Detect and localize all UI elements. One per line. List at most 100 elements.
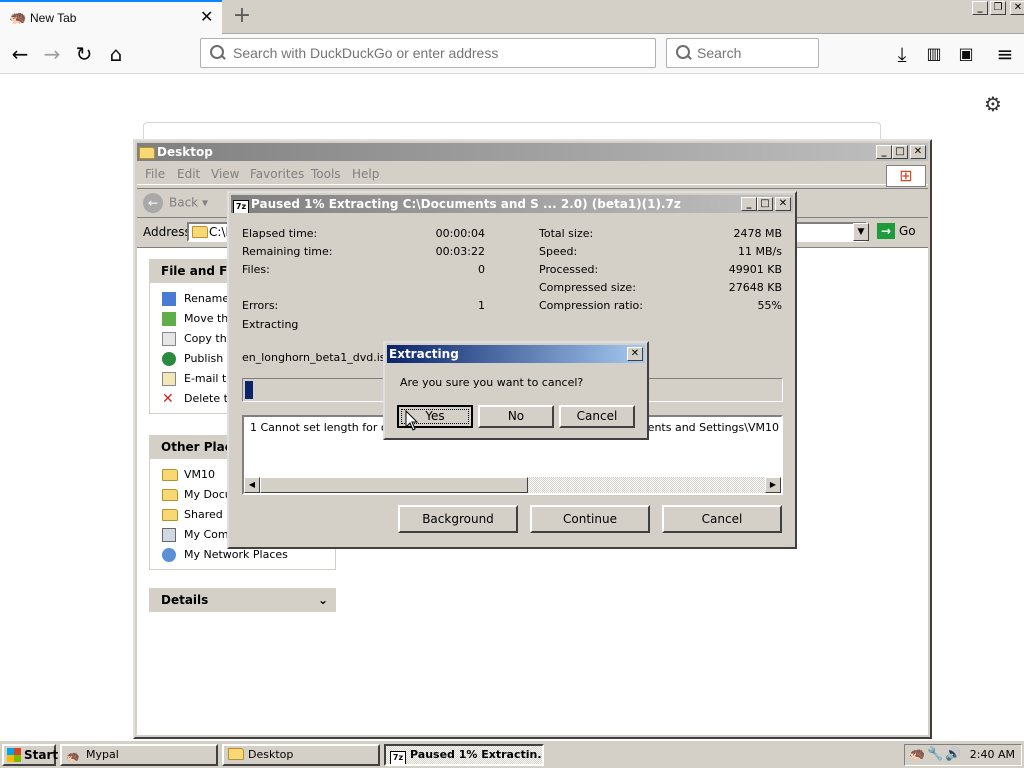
taskbar-item-mypal[interactable]: 🦔 Mypal — [60, 744, 218, 766]
menu-favorites[interactable]: Favorites — [250, 167, 304, 181]
compression-ratio-label: Compression ratio: — [539, 299, 643, 312]
error-row[interactable]: 1 Cannot set length for out — [250, 421, 399, 434]
remaining-label: Remaining time: — [242, 245, 333, 258]
close-icon[interactable]: ✕ — [775, 197, 791, 211]
maximize-icon[interactable]: □ — [892, 145, 908, 159]
sidebar-icon[interactable]: ▣ — [954, 42, 978, 66]
explorer-title: Desktop — [157, 145, 213, 159]
processed-value: 49901 KB — [728, 263, 782, 276]
go-button[interactable]: → Go — [877, 223, 916, 239]
url-bar[interactable] — [200, 38, 656, 68]
zip-titlebar[interactable]: 7z Paused 1% Extracting C:\Documents and… — [231, 195, 793, 213]
mypal-favicon-icon: 🦔 — [9, 10, 27, 26]
search-input[interactable] — [697, 45, 812, 61]
browser-nav-bar: ← → ↻ ⌂ ⤓ ▥ ▣ ≡ — [0, 34, 1024, 74]
progress-fill — [245, 381, 253, 399]
speed-label: Speed: — [539, 245, 578, 258]
tray-icons[interactable]: 🦔🔧🔊 — [909, 747, 964, 762]
menu-tools[interactable]: Tools — [311, 167, 341, 181]
maximize-icon[interactable]: □ — [757, 197, 773, 211]
menu-file[interactable]: File — [145, 167, 165, 181]
status-text: Extracting — [242, 318, 299, 331]
menu-help[interactable]: Help — [352, 167, 379, 181]
back-arrow-icon[interactable]: ← — [8, 42, 32, 66]
confirm-titlebar[interactable]: Extracting ✕ — [387, 345, 645, 363]
rename-icon — [162, 292, 176, 306]
background-button[interactable]: Background — [398, 505, 518, 533]
total-size-label: Total size: — [539, 227, 594, 240]
address-dropdown-icon[interactable]: ▼ — [853, 223, 869, 241]
close-icon[interactable]: ✕ — [1010, 1, 1024, 15]
folder-icon — [139, 144, 155, 160]
confirm-cancel-button[interactable]: Cancel — [559, 405, 635, 428]
zip-window-controls: _ □ ✕ — [741, 197, 791, 211]
details-header[interactable]: Details ⌄ — [149, 588, 336, 612]
folder-icon — [162, 468, 178, 482]
menu-view[interactable]: View — [211, 167, 239, 181]
taskbar-item-7zip[interactable]: 7z Paused 1% Extractin... — [384, 744, 544, 766]
close-icon[interactable]: ✕ — [910, 145, 926, 159]
folder-icon — [192, 226, 208, 238]
compressed-size-label: Compressed size: — [539, 281, 636, 294]
processed-label: Processed: — [539, 263, 599, 276]
elapsed-label: Elapsed time: — [242, 227, 318, 240]
windows-flag-icon — [7, 748, 21, 762]
chevron-down-icon[interactable]: ⌄ — [318, 588, 328, 612]
folder-icon — [162, 508, 178, 522]
tab-close-icon[interactable]: ✕ — [200, 9, 216, 25]
menu-hamburger-icon[interactable]: ≡ — [993, 42, 1017, 66]
clock: 2:40 AM — [969, 748, 1015, 761]
restore-icon[interactable]: ❐ — [990, 1, 1006, 15]
windows-logo-icon: ⊞ — [886, 165, 926, 187]
email-icon — [162, 372, 176, 386]
minimize-icon[interactable]: _ — [972, 1, 988, 15]
browser-window-controls: _ ❐ ✕ — [972, 1, 1024, 15]
computer-icon — [162, 528, 176, 542]
customize-gear-icon[interactable]: ⚙ — [984, 94, 1004, 114]
search-icon — [210, 45, 226, 61]
system-tray: 🦔🔧🔊 2:40 AM — [904, 744, 1022, 766]
minimize-icon[interactable]: _ — [876, 145, 892, 159]
globe-icon — [162, 352, 176, 366]
start-button[interactable]: Start — [2, 744, 58, 766]
mypal-icon: 🦔 — [66, 750, 80, 763]
url-input[interactable] — [233, 45, 643, 61]
new-tab-button[interactable]: + — [230, 3, 254, 29]
scroll-left-icon[interactable]: ◀ — [244, 477, 260, 493]
forward-arrow-icon[interactable]: → — [40, 42, 64, 66]
library-icon[interactable]: ▥ — [922, 42, 946, 66]
total-size-value: 2478 MB — [733, 227, 782, 240]
go-arrow-icon: → — [877, 223, 895, 239]
no-button[interactable]: No — [478, 405, 554, 428]
confirm-title: Extracting — [389, 347, 459, 361]
cancel-confirm-dialog: Extracting ✕ Are you sure you want to ca… — [383, 341, 649, 440]
reload-icon[interactable]: ↻ — [72, 42, 96, 66]
search-icon — [676, 45, 692, 61]
scroll-right-icon[interactable]: ▶ — [765, 477, 781, 493]
folder-icon — [228, 748, 244, 764]
back-button[interactable]: ← Back ▾ — [143, 193, 208, 213]
7zip-icon: 7z — [233, 196, 249, 213]
download-icon[interactable]: ⤓ — [890, 42, 914, 66]
zip-title: Paused 1% Extracting C:\Documents and S … — [251, 197, 681, 211]
home-icon[interactable]: ⌂ — [104, 42, 128, 66]
current-filename: en_longhorn_beta1_dvd.iso — [242, 351, 393, 364]
explorer-window-controls: _ □ ✕ — [876, 145, 926, 159]
zip-cancel-button[interactable]: Cancel — [662, 505, 782, 533]
explorer-titlebar[interactable]: Desktop _ □ ✕ — [137, 143, 928, 161]
horizontal-scrollbar[interactable]: ◀ ▶ — [244, 477, 781, 493]
browser-tab-new-tab[interactable]: 🦔 New Tab ✕ — [0, 0, 222, 34]
menu-edit[interactable]: Edit — [177, 167, 200, 181]
taskbar-item-desktop[interactable]: Desktop — [222, 744, 380, 766]
mouse-cursor-icon — [405, 410, 419, 431]
scroll-thumb[interactable] — [260, 477, 528, 493]
minimize-icon[interactable]: _ — [741, 197, 757, 211]
close-icon[interactable]: ✕ — [627, 347, 643, 361]
files-label: Files: — [242, 263, 270, 276]
files-value: 0 — [478, 263, 485, 276]
back-arrow-icon: ← — [143, 193, 163, 213]
copy-icon — [162, 332, 176, 346]
continue-button[interactable]: Continue — [530, 505, 650, 533]
explorer-menu-bar: File Edit View Favorites Tools Help — [137, 163, 928, 185]
search-bar[interactable] — [666, 38, 819, 68]
